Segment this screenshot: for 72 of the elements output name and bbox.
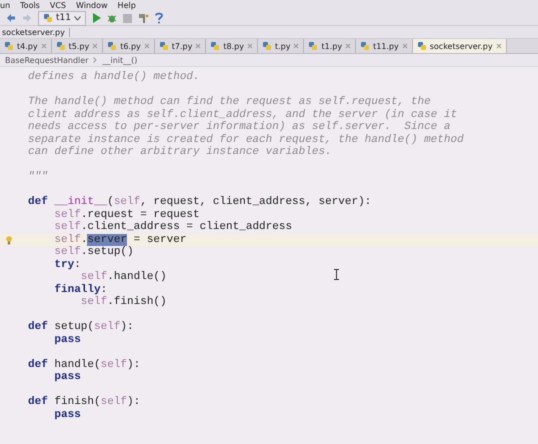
code-line: try: xyxy=(53,258,81,271)
code-line: self.handle() xyxy=(80,271,167,284)
tab-label: t1.py xyxy=(321,42,342,50)
tab-label: t4.py xyxy=(17,42,38,50)
breadcrumb-item[interactable]: socketserver.py xyxy=(0,28,70,36)
code-line: def setup(self): xyxy=(28,321,134,334)
code-line: can define other arbitrary instance variables. xyxy=(28,146,332,158)
code-line: self.setup() xyxy=(53,246,134,258)
tab-label: t8.py xyxy=(223,42,244,50)
editor-tab[interactable]: socketserver.py xyxy=(412,39,507,53)
close-icon[interactable] xyxy=(345,43,352,49)
lightbulb-icon[interactable] xyxy=(6,236,12,244)
code-line: def finish(self): xyxy=(28,396,140,408)
menu-item[interactable]: Tools xyxy=(20,0,40,10)
close-icon[interactable] xyxy=(40,43,47,49)
python-file-icon xyxy=(262,41,272,51)
close-icon[interactable] xyxy=(402,43,408,49)
bug-icon[interactable] xyxy=(106,13,117,23)
close-icon[interactable] xyxy=(144,43,150,49)
python-file-icon xyxy=(416,41,427,51)
code-line: self.client_address = client_address xyxy=(53,221,292,234)
code-line: self.finish() xyxy=(80,296,167,308)
tab-label: socketserver.py xyxy=(430,42,493,50)
python-file-icon xyxy=(56,41,66,51)
python-file-icon xyxy=(43,13,53,23)
breadcrumb-item[interactable]: BaseRequestHandler xyxy=(5,56,88,64)
chevron-icon xyxy=(93,57,98,63)
code-line: finally: xyxy=(53,284,108,296)
tab-label: t5.py xyxy=(68,42,90,50)
tab-label: t6.py xyxy=(120,42,141,50)
tab-label: t11.py xyxy=(373,42,399,50)
close-icon[interactable] xyxy=(496,43,502,49)
code-line: separate instance is created for each request, the handle() method xyxy=(28,134,464,146)
back-arrow-icon[interactable] xyxy=(6,13,16,23)
python-file-icon xyxy=(360,41,370,51)
editor-tab[interactable]: t5.py xyxy=(52,39,104,53)
close-icon[interactable] xyxy=(195,43,202,49)
breadcrumb-item[interactable]: __init__() xyxy=(102,56,138,64)
tab-label: t7.py xyxy=(172,42,192,50)
run-icon[interactable] xyxy=(92,13,101,23)
code-line: pass xyxy=(53,371,81,384)
text-cursor-icon xyxy=(334,269,339,280)
close-icon[interactable] xyxy=(293,43,300,49)
python-file-icon xyxy=(4,41,14,51)
code-line: def __init__(self, request, client_address, server): xyxy=(28,196,372,208)
menu-item[interactable]: Window xyxy=(76,0,108,10)
code-line: defines a handle() method. xyxy=(28,71,200,84)
python-file-icon xyxy=(158,41,169,51)
caret-icon xyxy=(74,16,81,20)
python-file-icon xyxy=(210,41,220,51)
python-file-icon xyxy=(107,41,118,51)
close-icon[interactable] xyxy=(92,43,98,49)
tools-icon[interactable] xyxy=(138,13,149,23)
run-configuration-dropdown[interactable]: t11 xyxy=(38,10,86,26)
menu-item[interactable]: Help xyxy=(118,0,136,10)
code-line: The handle() method can find the request as self.request, the xyxy=(28,96,431,108)
code-line: self.server = server xyxy=(53,234,186,246)
code-line: def handle(self): xyxy=(28,358,140,371)
menu-item[interactable]: un xyxy=(0,0,10,10)
code-line: needs access to per-server information) as self.server. Since a xyxy=(28,121,450,134)
stop-icon[interactable] xyxy=(122,14,132,22)
code-line: self.request = request xyxy=(53,208,200,221)
code-line: """ xyxy=(28,171,48,184)
code-line: pass xyxy=(53,334,81,346)
code-line: client address as self.client_address, and the server (in case it xyxy=(28,108,458,121)
forward-arrow-icon[interactable] xyxy=(22,13,32,23)
tab-label: t.py xyxy=(274,42,290,50)
menu-item[interactable]: VCS xyxy=(50,0,66,10)
close-icon[interactable] xyxy=(246,43,253,49)
python-file-icon xyxy=(308,41,318,51)
help-icon[interactable] xyxy=(154,12,163,24)
code-line: pass xyxy=(53,408,81,421)
